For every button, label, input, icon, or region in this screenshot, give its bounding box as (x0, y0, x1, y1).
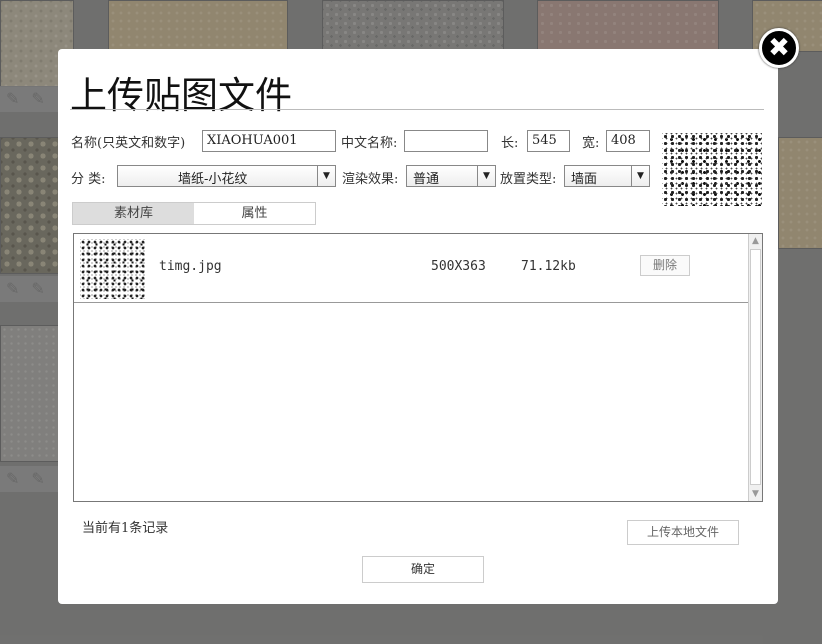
name-input[interactable]: XIAOHUA001 (202, 130, 336, 152)
category-select[interactable]: 墙纸-小花纹 ▼ (117, 165, 336, 187)
render-label: 渲染效果: (342, 172, 399, 187)
width-label: 宽: (582, 136, 600, 151)
scroll-thumb[interactable] (750, 249, 761, 485)
close-icon[interactable]: ✖ (759, 28, 799, 68)
category-value: 墙纸-小花纹 (178, 172, 248, 187)
chevron-down-icon: ▼ (477, 166, 495, 186)
file-dimensions: 500X363 (431, 259, 486, 274)
title-divider (70, 109, 764, 110)
tab-bar: 素材库 属性 (72, 202, 316, 225)
list-scrollbar[interactable]: ▲ ▼ (748, 234, 762, 501)
render-value: 普通 (413, 172, 440, 187)
tab-material-library[interactable]: 素材库 (73, 203, 194, 224)
chevron-down-icon: ▼ (631, 166, 649, 186)
confirm-button[interactable]: 确定 (362, 556, 484, 583)
file-name: timg.jpg (159, 259, 222, 274)
file-row: timg.jpg 500X363 71.12kb 删除 (74, 234, 748, 303)
tab-properties[interactable]: 属性 (194, 203, 315, 224)
render-select[interactable]: 普通 ▼ (406, 165, 496, 187)
upload-texture-dialog: 上传贴图文件 名称(只英文和数字) XIAOHUA001 中文名称: 长: 54… (58, 49, 778, 604)
cn-name-input[interactable] (404, 130, 488, 152)
width-input[interactable]: 408 (606, 130, 650, 152)
file-list: timg.jpg 500X363 71.12kb 删除 ▲ ▼ (73, 233, 763, 502)
placement-select[interactable]: 墙面 ▼ (564, 165, 650, 187)
category-label: 分 类: (71, 172, 106, 187)
length-label: 长: (501, 136, 519, 151)
placement-value: 墙面 (571, 172, 598, 187)
file-thumbnail (80, 239, 145, 299)
upload-local-file-button[interactable]: 上传本地文件 (627, 520, 739, 545)
length-input[interactable]: 545 (527, 130, 570, 152)
scroll-up-icon[interactable]: ▲ (749, 234, 762, 248)
delete-button[interactable]: 删除 (640, 255, 690, 276)
texture-preview-image (662, 133, 762, 206)
scroll-down-icon[interactable]: ▼ (749, 487, 762, 501)
name-label: 名称(只英文和数字) (71, 136, 186, 151)
record-count: 当前有1条记录 (82, 521, 169, 536)
cn-name-label: 中文名称: (341, 136, 398, 151)
placement-label: 放置类型: (500, 172, 557, 187)
chevron-down-icon: ▼ (317, 166, 335, 186)
dialog-title: 上传贴图文件 (70, 74, 292, 117)
file-size: 71.12kb (521, 259, 576, 274)
